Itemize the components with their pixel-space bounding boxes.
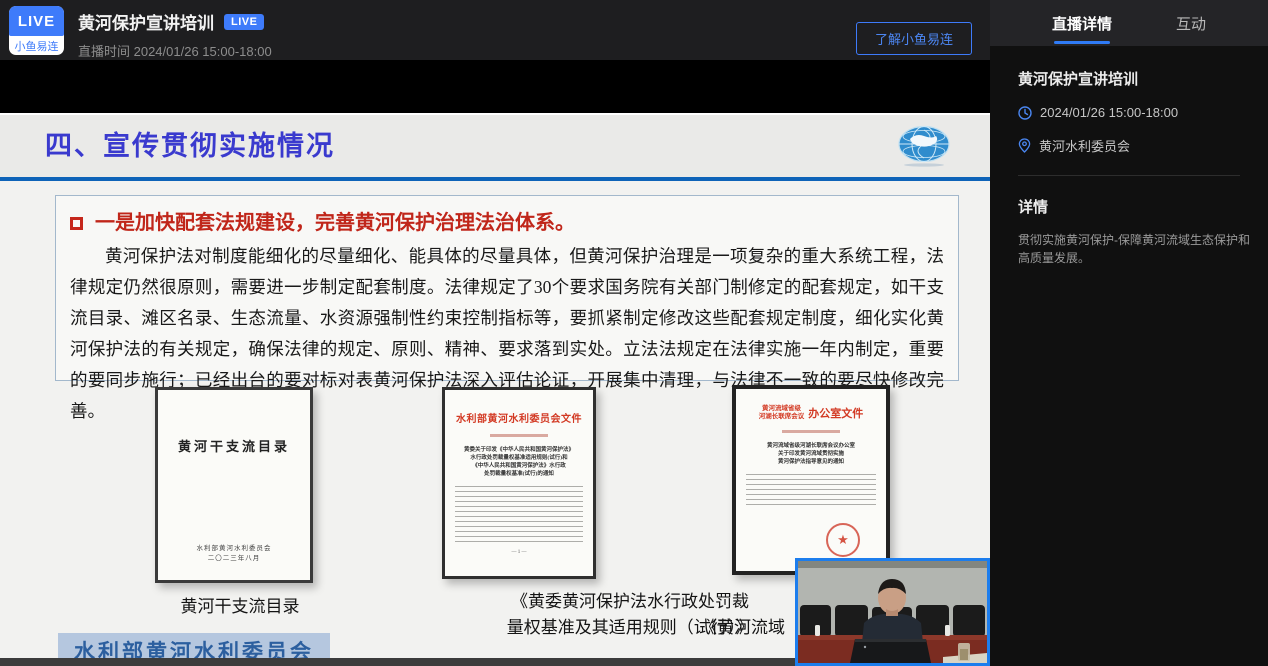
stream-schedule-row: 2024/01/26 15:00-18:00 xyxy=(1018,105,1250,120)
video-stage: 四、宣传贯彻实施情况 xyxy=(0,60,990,666)
stream-time: 直播时间 2024/01/26 15:00-18:00 xyxy=(78,41,272,60)
sidebar-stream-title: 黄河保护宣讲培训 xyxy=(1018,68,1250,89)
document-number-line xyxy=(490,434,548,437)
slide-divider-rule xyxy=(0,177,990,181)
clock-icon xyxy=(1018,106,1032,120)
stream-title: 黄河保护宣讲培训 xyxy=(78,9,214,34)
red-seal-icon: ★ xyxy=(826,523,860,557)
sidebar-divider xyxy=(1018,175,1240,176)
live-logo-badge: LIVE xyxy=(9,6,64,36)
slide-footer-organization: 水利部黄河水利委员会 xyxy=(58,633,330,658)
details-text: 贯彻实施黄河保护-保障黄河流域生态保护和高质量发展。 xyxy=(1018,231,1250,267)
slide-section-title: 四、宣传贯彻实施情况 xyxy=(45,115,335,177)
document-joint-office-file: 黄河流域省级 河湖长联席会议 办公室文件 黄河流域省级河湖长联席会议办公室 关于… xyxy=(732,385,890,575)
document-body-lines xyxy=(455,486,583,544)
sidebar: 直播详情 互动 黄河保护宣讲培训 2024/01/26 15:00-18:00 … xyxy=(990,0,1268,666)
document-cover-footer: 水利部黄河水利委员会 二〇二三年八月 xyxy=(158,544,310,564)
tab-live-details[interactable]: 直播详情 xyxy=(1048,0,1116,46)
stream-title-block: 黄河保护宣讲培训 LIVE 直播时间 2024/01/26 15:00-18:0… xyxy=(78,9,272,60)
learn-xylink-button[interactable]: 了解小鱼易连 xyxy=(856,22,972,55)
location-pin-icon xyxy=(1018,138,1031,153)
document-caption-1: 黄河干支流目录 xyxy=(140,594,340,620)
xylink-logo-label: 小鱼易连 xyxy=(9,36,64,55)
document-yrcc-file: 水利部黄河水利委员会文件 黄委关于印发《中华人民共和国黄河保护法》 水行政处罚裁… xyxy=(442,387,596,579)
document-header: 黄河流域省级 河湖长联席会议 办公室文件 xyxy=(746,405,876,421)
app-root: LIVE 小鱼易连 黄河保护宣讲培训 LIVE 直播时间 2024/01/26 … xyxy=(0,0,1268,666)
sidebar-body: 黄河保护宣讲培训 2024/01/26 15:00-18:00 黄河水利委员会 … xyxy=(990,46,1268,267)
presenter-video[interactable] xyxy=(795,558,990,666)
main-area: LIVE 小鱼易连 黄河保护宣讲培训 LIVE 直播时间 2024/01/26 … xyxy=(0,0,990,666)
yrcc-globe-icon xyxy=(896,125,952,172)
document-body-lines xyxy=(746,474,876,508)
tab-interaction[interactable]: 互动 xyxy=(1172,0,1210,46)
slide-text-box: 一是加快配套法规建设，完善黄河保护治理法治体系。 黄河保护法对制度能细化的尽量细… xyxy=(55,195,959,381)
sidebar-tabs: 直播详情 互动 xyxy=(990,0,1268,46)
slide-header: 四、宣传贯彻实施情况 xyxy=(0,115,990,177)
xylink-logo[interactable]: LIVE 小鱼易连 xyxy=(9,6,64,55)
details-heading: 详情 xyxy=(1018,196,1250,217)
live-status-badge: LIVE xyxy=(224,14,264,30)
document-cover-catalog: 黄河干支流目录 水利部黄河水利委员会 二〇二三年八月 xyxy=(155,387,313,583)
square-bullet-icon xyxy=(70,217,83,230)
document-number-line xyxy=(782,430,840,433)
slide-heading: 一是加快配套法规建设，完善黄河保护治理法治体系。 xyxy=(70,206,944,235)
topbar: LIVE 小鱼易连 黄河保护宣讲培训 LIVE 直播时间 2024/01/26 … xyxy=(0,0,990,60)
stream-organizer-row: 黄河水利委员会 xyxy=(1018,136,1250,155)
